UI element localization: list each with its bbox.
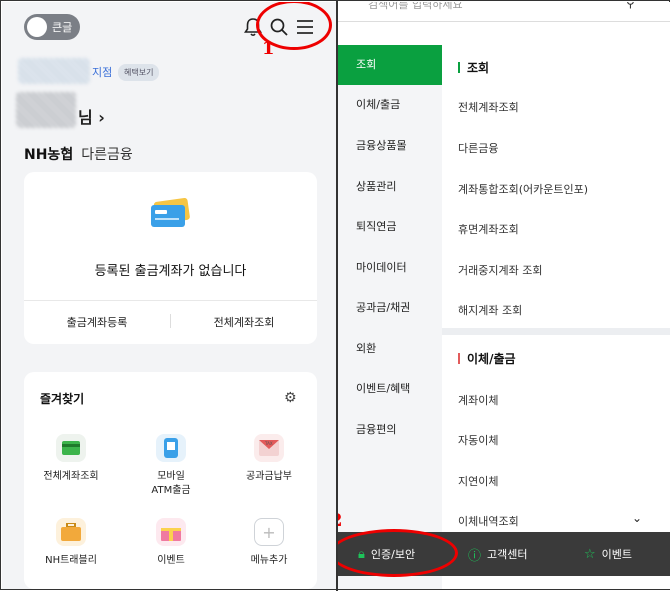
submenu-item[interactable]: 휴면계좌조회 bbox=[458, 221, 519, 237]
redacted-username bbox=[16, 92, 76, 128]
category-item[interactable]: 금융편의 bbox=[338, 410, 442, 450]
annotation-number-2: 2 bbox=[338, 510, 343, 531]
section-header-inquiry: 조회 bbox=[458, 59, 489, 76]
category-item[interactable]: 상품관리 bbox=[338, 167, 442, 207]
section-header-transfer: 이체/출금 bbox=[458, 350, 516, 367]
quick-item-label: 이벤트 bbox=[157, 555, 185, 566]
empty-account-message: 등록된 출금계좌가 없습니다 bbox=[94, 264, 247, 279]
submenu-panel: 조회 전체계좌조회 다른금융 계좌통합조회(어카운트인포) 휴면계좌조회 거래중… bbox=[442, 45, 670, 589]
category-item[interactable]: 공과금/채권 bbox=[338, 288, 442, 328]
view-all-accounts-button[interactable]: 전체계좌조회 bbox=[171, 314, 317, 330]
category-item[interactable]: 조회 bbox=[338, 45, 442, 85]
submenu-item[interactable]: 전체계좌조회 bbox=[458, 99, 519, 115]
submenu-item[interactable]: 이체내역조회 bbox=[458, 513, 519, 529]
toggle-label: 큰글 bbox=[52, 21, 73, 34]
quick-item-event[interactable]: 이벤트 bbox=[126, 518, 216, 568]
annotation-number-1: 1 bbox=[262, 38, 275, 59]
tab-nh[interactable]: NH농협 bbox=[24, 147, 73, 163]
gift-icon bbox=[156, 518, 186, 546]
submenu-item[interactable]: 다른금융 bbox=[458, 140, 498, 156]
bankbook-icon bbox=[151, 198, 190, 227]
account-card-icon bbox=[56, 434, 86, 462]
account-tabs: NH농협 다른금융 bbox=[24, 144, 133, 164]
category-sidebar: 조회 이체/출금 금융상품몰 상품관리 퇴직연금 마이데이터 공과금/채권 외환… bbox=[338, 45, 442, 589]
event-button[interactable]: ☆ 이벤트 bbox=[584, 532, 632, 576]
quick-item-mobile-atm[interactable]: 모바일 ATM출금 bbox=[126, 434, 216, 498]
large-text-toggle[interactable]: 큰글 bbox=[24, 14, 80, 40]
submenu-item[interactable]: 계좌이체 bbox=[458, 392, 498, 408]
quick-item-nh-travelly[interactable]: NH트래블리 bbox=[26, 518, 116, 568]
quick-item-label: NH트래블리 bbox=[45, 555, 97, 566]
search-icon[interactable]: ⚲ bbox=[626, 2, 635, 10]
info-icon: ⓘ bbox=[468, 548, 482, 564]
card-divider bbox=[24, 300, 317, 301]
quick-item-label: 메뉴추가 bbox=[250, 555, 288, 566]
quick-item-all-accounts[interactable]: 전체계좌조회 bbox=[26, 434, 116, 484]
gear-icon[interactable]: ⚙ bbox=[284, 390, 297, 406]
benefit-badge[interactable]: 혜택보기 bbox=[118, 64, 160, 81]
mobile-atm-icon bbox=[156, 434, 186, 462]
add-menu-icon: + bbox=[254, 518, 284, 546]
menu-search-placeholder: 검색어를 입력하세요 bbox=[368, 2, 463, 11]
chevron-down-icon[interactable]: ⌄ bbox=[632, 511, 642, 525]
star-icon: ☆ bbox=[584, 546, 596, 562]
submenu-item[interactable]: 거래중지계좌 조회 bbox=[458, 262, 542, 278]
quick-item-add-menu[interactable]: + 메뉴추가 bbox=[224, 518, 314, 568]
register-account-button[interactable]: 출금계좌등록 bbox=[24, 314, 170, 330]
svg-text:TAX: TAX bbox=[264, 441, 273, 446]
quick-item-label: 모바일 ATM출금 bbox=[151, 471, 191, 496]
tax-bill-icon: TAX bbox=[254, 434, 284, 462]
quick-item-label: 공과금납부 bbox=[246, 471, 292, 482]
screenshot-frame: 큰글 1 지점 혜택보기 님 › NH농협 다른금융 등록된 출금계좌가 없습니… bbox=[0, 0, 670, 591]
user-name-link[interactable]: 님 › bbox=[78, 104, 105, 128]
account-card: 등록된 출금계좌가 없습니다 출금계좌등록 전체계좌조회 bbox=[24, 172, 317, 344]
toggle-knob bbox=[27, 17, 47, 37]
quick-item-tax-bill[interactable]: TAX 공과금납부 bbox=[224, 434, 314, 484]
category-item[interactable]: 이벤트/혜택 bbox=[338, 369, 442, 409]
category-item[interactable]: 마이데이터 bbox=[338, 248, 442, 288]
suitcase-icon bbox=[56, 518, 86, 546]
branch-label: 지점 bbox=[92, 66, 113, 79]
section-separator bbox=[442, 328, 670, 335]
submenu-item[interactable]: 지연이체 bbox=[458, 473, 498, 489]
favorites-card: 즐겨찾기 ⚙ 전체계좌조회 모바일 ATM출금 TAX 공과금납부 NH트래블리… bbox=[24, 372, 317, 589]
category-item[interactable]: 금융상품몰 bbox=[338, 126, 442, 166]
submenu-item[interactable]: 자동이체 bbox=[458, 432, 498, 448]
menu-search-bar[interactable]: 검색어를 입력하세요 ⚲ bbox=[338, 2, 670, 22]
category-item[interactable]: 이체/출금 bbox=[338, 85, 442, 125]
quick-item-label: 전체계좌조회 bbox=[43, 471, 99, 482]
category-item[interactable]: 퇴직연금 bbox=[338, 207, 442, 247]
full-menu-screen: 검색어를 입력하세요 ⚲ 조회 이체/출금 금융상품몰 상품관리 퇴직연금 마이… bbox=[338, 2, 670, 589]
favorites-title: 즐겨찾기 bbox=[40, 392, 85, 406]
redacted-branch bbox=[18, 58, 90, 84]
submenu-item[interactable]: 해지계좌 조회 bbox=[458, 302, 522, 318]
home-screen: 큰글 1 지점 혜택보기 님 › NH농협 다른금융 등록된 출금계좌가 없습니… bbox=[2, 2, 336, 589]
tab-other-finance[interactable]: 다른금융 bbox=[81, 147, 133, 163]
category-item[interactable]: 외환 bbox=[338, 329, 442, 369]
submenu-item[interactable]: 계좌통합조회(어카운트인포) bbox=[458, 181, 588, 197]
customer-center-button[interactable]: ⓘ 고객센터 bbox=[468, 532, 528, 576]
